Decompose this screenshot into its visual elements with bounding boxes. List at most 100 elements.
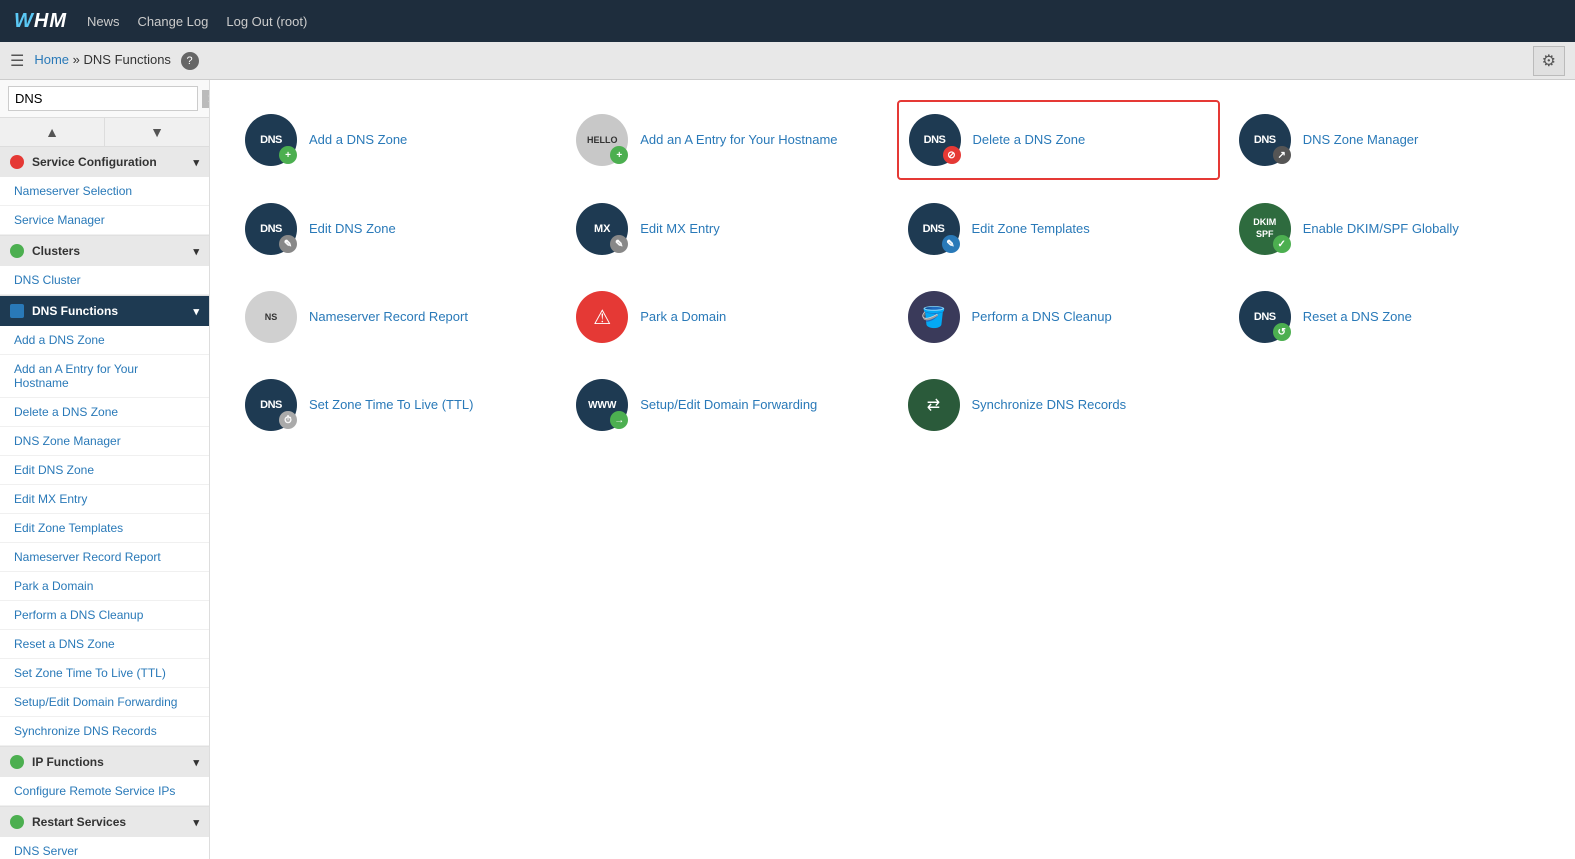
sidebar-item-perform-dns-cleanup[interactable]: Perform a DNS Cleanup — [0, 601, 209, 630]
sidebar: ✕ ▲ ▼ Service Configuration ▾ Nameserver… — [0, 80, 210, 859]
breadcrumb-home[interactable]: Home — [34, 52, 69, 67]
dkim-badge-icon: ✓ — [1273, 235, 1291, 253]
function-item-edit-dns-zone[interactable]: DNS ✎ Edit DNS Zone — [234, 190, 557, 268]
delete-dns-zone-icon: DNS ⊘ — [909, 114, 961, 166]
function-item-park-domain[interactable]: ⚠ Park a Domain — [565, 278, 888, 356]
settings-button[interactable]: ⚙ — [1533, 46, 1565, 76]
edit-dns-zone-label: Edit DNS Zone — [309, 220, 396, 238]
enable-dkim-icon: DKIMSPF ✓ — [1239, 203, 1291, 255]
function-item-edit-zone-templates[interactable]: DNS ✎ Edit Zone Templates — [897, 190, 1220, 268]
function-item-setup-domain-forwarding[interactable]: WWW → Setup/Edit Domain Forwarding — [565, 366, 888, 444]
sidebar-item-delete-dns-zone[interactable]: Delete a DNS Zone — [0, 398, 209, 427]
function-item-enable-dkim[interactable]: DKIMSPF ✓ Enable DKIM/SPF Globally — [1228, 190, 1551, 268]
search-clear-button[interactable]: ✕ — [202, 90, 210, 108]
function-item-add-dns-zone[interactable]: DNS + Add a DNS Zone — [234, 100, 557, 180]
sidebar-section-header-ip-functions[interactable]: IP Functions ▾ — [0, 747, 209, 777]
add-a-entry-label: Add an A Entry for Your Hostname — [640, 131, 837, 149]
function-item-delete-dns-zone[interactable]: DNS ⊘ Delete a DNS Zone — [897, 100, 1220, 180]
domain-forwarding-icon: WWW → — [576, 379, 628, 431]
sidebar-item-nameserver-selection[interactable]: Nameserver Selection — [0, 177, 209, 206]
sidebar-section-label-service-config: Service Configuration — [32, 155, 157, 169]
sidebar-item-dns-server[interactable]: DNS Server — [0, 837, 209, 859]
top-navigation: WHM News Change Log Log Out (root) — [0, 0, 1575, 42]
chevron-down-icon: ▾ — [193, 245, 199, 258]
sidebar-section-label-clusters: Clusters — [32, 244, 80, 258]
sidebar-item-edit-zone-templates[interactable]: Edit Zone Templates — [0, 514, 209, 543]
breadcrumb-current: DNS Functions — [84, 52, 171, 67]
chevron-down-icon: ▾ — [193, 305, 199, 318]
function-item-synchronize-dns-records[interactable]: ⇄ Synchronize DNS Records — [897, 366, 1220, 444]
dns-functions-grid: DNS + Add a DNS Zone HELLO + Add an A En… — [234, 100, 1551, 444]
template-badge-icon: ✎ — [942, 235, 960, 253]
breadcrumb: Home » DNS Functions ? — [34, 52, 198, 70]
function-item-dns-zone-manager[interactable]: DNS ↗ DNS Zone Manager — [1228, 100, 1551, 180]
add-dns-zone-label: Add a DNS Zone — [309, 131, 407, 149]
dns-zone-manager-label: DNS Zone Manager — [1303, 131, 1419, 149]
sidebar-item-configure-remote-service-ips[interactable]: Configure Remote Service IPs — [0, 777, 209, 806]
sidebar-scroll-down[interactable]: ▼ — [105, 118, 209, 146]
sidebar-item-add-a-entry[interactable]: Add an A Entry for Your Hostname — [0, 355, 209, 398]
manager-badge-icon: ↗ — [1273, 146, 1291, 164]
sidebar-item-reset-dns-zone[interactable]: Reset a DNS Zone — [0, 630, 209, 659]
sidebar-search-bar: ✕ — [0, 80, 209, 118]
sidebar-section-dns-functions: DNS Functions ▾ Add a DNS Zone Add an A … — [0, 296, 209, 747]
sidebar-section-header-dns-functions[interactable]: DNS Functions ▾ — [0, 296, 209, 326]
sidebar-navigation-arrows: ▲ ▼ — [0, 118, 209, 147]
help-icon[interactable]: ? — [181, 52, 199, 70]
sidebar-item-add-dns-zone[interactable]: Add a DNS Zone — [0, 326, 209, 355]
breadcrumb-bar: ☰ Home » DNS Functions ? ⚙ — [0, 42, 1575, 80]
function-item-reset-dns-zone[interactable]: DNS ↺ Reset a DNS Zone — [1228, 278, 1551, 356]
sidebar-scroll-up[interactable]: ▲ — [0, 118, 105, 146]
delete-badge-icon: ⊘ — [943, 146, 961, 164]
sidebar-item-service-manager[interactable]: Service Manager — [0, 206, 209, 235]
function-item-edit-mx-entry[interactable]: MX ✎ Edit MX Entry — [565, 190, 888, 268]
sidebar-section-header-clusters[interactable]: Clusters ▾ — [0, 236, 209, 266]
function-item-nameserver-record-report[interactable]: NS Nameserver Record Report — [234, 278, 557, 356]
nameserver-record-label: Nameserver Record Report — [309, 308, 468, 326]
dns-functions-icon — [10, 304, 24, 318]
breadcrumb-sep: » — [73, 52, 80, 67]
sidebar-section-header-service-config[interactable]: Service Configuration ▾ — [0, 147, 209, 177]
dns-cleanup-label: Perform a DNS Cleanup — [972, 308, 1112, 326]
sidebar-section-service-config: Service Configuration ▾ Nameserver Selec… — [0, 147, 209, 236]
sidebar-section-label-restart-services: Restart Services — [32, 815, 126, 829]
function-item-perform-dns-cleanup[interactable]: 🪣 Perform a DNS Cleanup — [897, 278, 1220, 356]
nameserver-record-icon: NS — [245, 291, 297, 343]
synchronize-dns-icon: ⇄ — [908, 379, 960, 431]
nav-changelog[interactable]: Change Log — [138, 14, 209, 29]
search-input[interactable] — [8, 86, 198, 111]
sidebar-item-setup-domain-forwarding[interactable]: Setup/Edit Domain Forwarding — [0, 688, 209, 717]
nav-news[interactable]: News — [87, 14, 120, 29]
service-config-dot — [10, 155, 24, 169]
edit-mx-entry-icon: MX ✎ — [576, 203, 628, 255]
function-item-set-zone-ttl[interactable]: DNS ⏱ Set Zone Time To Live (TTL) — [234, 366, 557, 444]
sidebar-item-dns-zone-manager[interactable]: DNS Zone Manager — [0, 427, 209, 456]
nav-logout[interactable]: Log Out (root) — [226, 14, 307, 29]
sidebar-item-set-zone-ttl[interactable]: Set Zone Time To Live (TTL) — [0, 659, 209, 688]
clusters-dot — [10, 244, 24, 258]
delete-dns-zone-label: Delete a DNS Zone — [973, 131, 1086, 149]
sidebar-section-header-restart-services[interactable]: Restart Services ▾ — [0, 807, 209, 837]
sidebar-item-synchronize-dns-records[interactable]: Synchronize DNS Records — [0, 717, 209, 746]
whm-logo: WHM — [14, 10, 67, 33]
add-a-entry-icon: HELLO + — [576, 114, 628, 166]
set-zone-ttl-icon: DNS ⏱ — [245, 379, 297, 431]
sidebar-item-park-domain[interactable]: Park a Domain — [0, 572, 209, 601]
chevron-down-icon: ▾ — [193, 756, 199, 769]
main-content: DNS + Add a DNS Zone HELLO + Add an A En… — [210, 80, 1575, 859]
sidebar-item-edit-mx-entry[interactable]: Edit MX Entry — [0, 485, 209, 514]
sidebar-section-label-ip-functions: IP Functions — [32, 755, 104, 769]
park-domain-icon: ⚠ — [576, 291, 628, 343]
sidebar-item-dns-cluster[interactable]: DNS Cluster — [0, 266, 209, 295]
synchronize-dns-label: Synchronize DNS Records — [972, 396, 1127, 414]
sidebar-item-nameserver-record-report[interactable]: Nameserver Record Report — [0, 543, 209, 572]
domain-forwarding-label: Setup/Edit Domain Forwarding — [640, 396, 817, 414]
menu-icon[interactable]: ☰ — [10, 51, 24, 71]
sidebar-section-clusters: Clusters ▾ DNS Cluster — [0, 236, 209, 296]
sidebar-item-edit-dns-zone[interactable]: Edit DNS Zone — [0, 456, 209, 485]
function-item-add-a-entry[interactable]: HELLO + Add an A Entry for Your Hostname — [565, 100, 888, 180]
add-entry-badge-icon: + — [610, 146, 628, 164]
add-badge-icon: + — [279, 146, 297, 164]
edit-zone-templates-label: Edit Zone Templates — [972, 220, 1090, 238]
mx-badge-icon: ✎ — [610, 235, 628, 253]
